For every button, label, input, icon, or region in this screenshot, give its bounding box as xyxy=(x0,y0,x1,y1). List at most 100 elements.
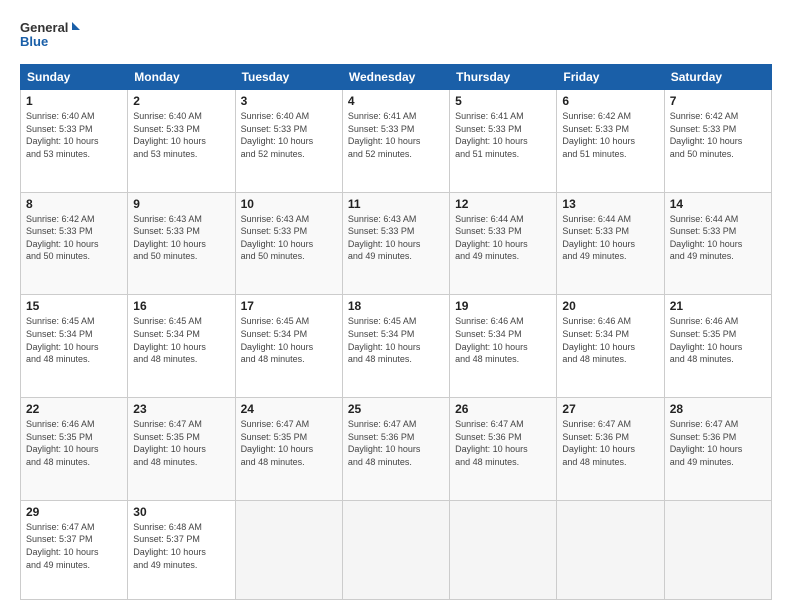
weekday-header-friday: Friday xyxy=(557,65,664,90)
day-info: Sunrise: 6:40 AM Sunset: 5:33 PM Dayligh… xyxy=(26,110,122,160)
table-row: 30 Sunrise: 6:48 AM Sunset: 5:37 PM Dayli… xyxy=(128,500,235,599)
day-info: Sunrise: 6:42 AM Sunset: 5:33 PM Dayligh… xyxy=(670,110,766,160)
day-number: 30 xyxy=(133,505,229,519)
day-info: Sunrise: 6:47 AM Sunset: 5:37 PM Dayligh… xyxy=(26,521,122,571)
day-info: Sunrise: 6:41 AM Sunset: 5:33 PM Dayligh… xyxy=(455,110,551,160)
table-row: 17 Sunrise: 6:45 AM Sunset: 5:34 PM Dayli… xyxy=(235,295,342,398)
day-number: 29 xyxy=(26,505,122,519)
day-number: 7 xyxy=(670,94,766,108)
day-info: Sunrise: 6:47 AM Sunset: 5:35 PM Dayligh… xyxy=(241,418,337,468)
day-number: 14 xyxy=(670,197,766,211)
weekday-header-wednesday: Wednesday xyxy=(342,65,449,90)
table-row: 19Sunrise: 6:46 AM Sunset: 5:34 PM Dayli… xyxy=(450,295,557,398)
weekday-header-sunday: Sunday xyxy=(21,65,128,90)
table-row: 26 Sunrise: 6:47 AM Sunset: 5:36 PM Dayli… xyxy=(450,398,557,501)
table-row: 20 Sunrise: 6:46 AM Sunset: 5:34 PM Dayli… xyxy=(557,295,664,398)
day-number: 28 xyxy=(670,402,766,416)
weekday-header-thursday: Thursday xyxy=(450,65,557,90)
day-number: 24 xyxy=(241,402,337,416)
day-info: Sunrise: 6:46 AM Sunset: 5:34 PM Dayligh… xyxy=(455,315,551,365)
day-number: 1 xyxy=(26,94,122,108)
day-info: Sunrise: 6:40 AM Sunset: 5:33 PM Dayligh… xyxy=(133,110,229,160)
day-info: Sunrise: 6:43 AM Sunset: 5:33 PM Dayligh… xyxy=(241,213,337,263)
day-info: Sunrise: 6:42 AM Sunset: 5:33 PM Dayligh… xyxy=(26,213,122,263)
table-row: 5 Sunrise: 6:41 AM Sunset: 5:33 PM Daylig… xyxy=(450,90,557,193)
day-info: Sunrise: 6:43 AM Sunset: 5:33 PM Dayligh… xyxy=(348,213,444,263)
day-number: 25 xyxy=(348,402,444,416)
day-info: Sunrise: 6:42 AM Sunset: 5:33 PM Dayligh… xyxy=(562,110,658,160)
day-info: Sunrise: 6:44 AM Sunset: 5:33 PM Dayligh… xyxy=(455,213,551,263)
day-number: 20 xyxy=(562,299,658,313)
calendar-page: General Blue SundayMondayTuesdayWednesda… xyxy=(0,0,792,612)
table-row xyxy=(664,500,771,599)
weekday-header-tuesday: Tuesday xyxy=(235,65,342,90)
table-row xyxy=(557,500,664,599)
weekday-header-monday: Monday xyxy=(128,65,235,90)
day-number: 27 xyxy=(562,402,658,416)
day-number: 3 xyxy=(241,94,337,108)
day-info: Sunrise: 6:41 AM Sunset: 5:33 PM Dayligh… xyxy=(348,110,444,160)
day-number: 26 xyxy=(455,402,551,416)
day-number: 2 xyxy=(133,94,229,108)
day-number: 11 xyxy=(348,197,444,211)
svg-text:Blue: Blue xyxy=(20,34,48,49)
day-info: Sunrise: 6:45 AM Sunset: 5:34 PM Dayligh… xyxy=(26,315,122,365)
day-info: Sunrise: 6:46 AM Sunset: 5:35 PM Dayligh… xyxy=(670,315,766,365)
day-info: Sunrise: 6:47 AM Sunset: 5:36 PM Dayligh… xyxy=(670,418,766,468)
day-number: 17 xyxy=(241,299,337,313)
day-number: 9 xyxy=(133,197,229,211)
day-info: Sunrise: 6:46 AM Sunset: 5:35 PM Dayligh… xyxy=(26,418,122,468)
day-number: 18 xyxy=(348,299,444,313)
svg-text:General: General xyxy=(20,20,68,35)
table-row: 13Sunrise: 6:44 AM Sunset: 5:33 PM Dayli… xyxy=(557,192,664,295)
table-row: 24 Sunrise: 6:47 AM Sunset: 5:35 PM Dayli… xyxy=(235,398,342,501)
day-number: 8 xyxy=(26,197,122,211)
day-info: Sunrise: 6:47 AM Sunset: 5:36 PM Dayligh… xyxy=(562,418,658,468)
table-row: 2 Sunrise: 6:40 AM Sunset: 5:33 PM Daylig… xyxy=(128,90,235,193)
table-row: 11 Sunrise: 6:43 AM Sunset: 5:33 PM Dayli… xyxy=(342,192,449,295)
table-row: 14 Sunrise: 6:44 AM Sunset: 5:33 PM Dayli… xyxy=(664,192,771,295)
calendar-table: SundayMondayTuesdayWednesdayThursdayFrid… xyxy=(20,64,772,600)
table-row: 18 Sunrise: 6:45 AM Sunset: 5:34 PM Dayli… xyxy=(342,295,449,398)
table-row xyxy=(235,500,342,599)
table-row: 29 Sunrise: 6:47 AM Sunset: 5:37 PM Dayli… xyxy=(21,500,128,599)
day-number: 10 xyxy=(241,197,337,211)
day-number: 22 xyxy=(26,402,122,416)
table-row: 28 Sunrise: 6:47 AM Sunset: 5:36 PM Dayli… xyxy=(664,398,771,501)
table-row: 8 Sunrise: 6:42 AM Sunset: 5:33 PM Daylig… xyxy=(21,192,128,295)
table-row: 3Sunrise: 6:40 AM Sunset: 5:33 PM Daylig… xyxy=(235,90,342,193)
table-row: 9Sunrise: 6:43 AM Sunset: 5:33 PM Daylig… xyxy=(128,192,235,295)
table-row: 22 Sunrise: 6:46 AM Sunset: 5:35 PM Dayli… xyxy=(21,398,128,501)
day-number: 5 xyxy=(455,94,551,108)
table-row: 23 Sunrise: 6:47 AM Sunset: 5:35 PM Dayli… xyxy=(128,398,235,501)
day-number: 12 xyxy=(455,197,551,211)
day-number: 23 xyxy=(133,402,229,416)
day-number: 4 xyxy=(348,94,444,108)
day-number: 6 xyxy=(562,94,658,108)
day-info: Sunrise: 6:47 AM Sunset: 5:36 PM Dayligh… xyxy=(348,418,444,468)
table-row xyxy=(450,500,557,599)
day-number: 15 xyxy=(26,299,122,313)
day-info: Sunrise: 6:45 AM Sunset: 5:34 PM Dayligh… xyxy=(133,315,229,365)
table-row xyxy=(342,500,449,599)
day-info: Sunrise: 6:46 AM Sunset: 5:34 PM Dayligh… xyxy=(562,315,658,365)
table-row: 21Sunrise: 6:46 AM Sunset: 5:35 PM Dayli… xyxy=(664,295,771,398)
table-row: 27 Sunrise: 6:47 AM Sunset: 5:36 PM Dayli… xyxy=(557,398,664,501)
day-info: Sunrise: 6:45 AM Sunset: 5:34 PM Dayligh… xyxy=(348,315,444,365)
day-info: Sunrise: 6:48 AM Sunset: 5:37 PM Dayligh… xyxy=(133,521,229,571)
header: General Blue xyxy=(20,18,772,54)
logo-svg: General Blue xyxy=(20,18,80,54)
day-info: Sunrise: 6:47 AM Sunset: 5:35 PM Dayligh… xyxy=(133,418,229,468)
table-row: 1 Sunrise: 6:40 AM Sunset: 5:33 PM Daylig… xyxy=(21,90,128,193)
table-row: 16 Sunrise: 6:45 AM Sunset: 5:34 PM Dayli… xyxy=(128,295,235,398)
day-info: Sunrise: 6:45 AM Sunset: 5:34 PM Dayligh… xyxy=(241,315,337,365)
table-row: 25 Sunrise: 6:47 AM Sunset: 5:36 PM Dayli… xyxy=(342,398,449,501)
day-info: Sunrise: 6:47 AM Sunset: 5:36 PM Dayligh… xyxy=(455,418,551,468)
day-number: 13 xyxy=(562,197,658,211)
table-row: 15 Sunrise: 6:45 AM Sunset: 5:34 PM Dayli… xyxy=(21,295,128,398)
day-number: 16 xyxy=(133,299,229,313)
table-row: 7 Sunrise: 6:42 AM Sunset: 5:33 PM Daylig… xyxy=(664,90,771,193)
table-row: 12 Sunrise: 6:44 AM Sunset: 5:33 PM Dayli… xyxy=(450,192,557,295)
day-info: Sunrise: 6:44 AM Sunset: 5:33 PM Dayligh… xyxy=(670,213,766,263)
logo: General Blue xyxy=(20,18,80,54)
